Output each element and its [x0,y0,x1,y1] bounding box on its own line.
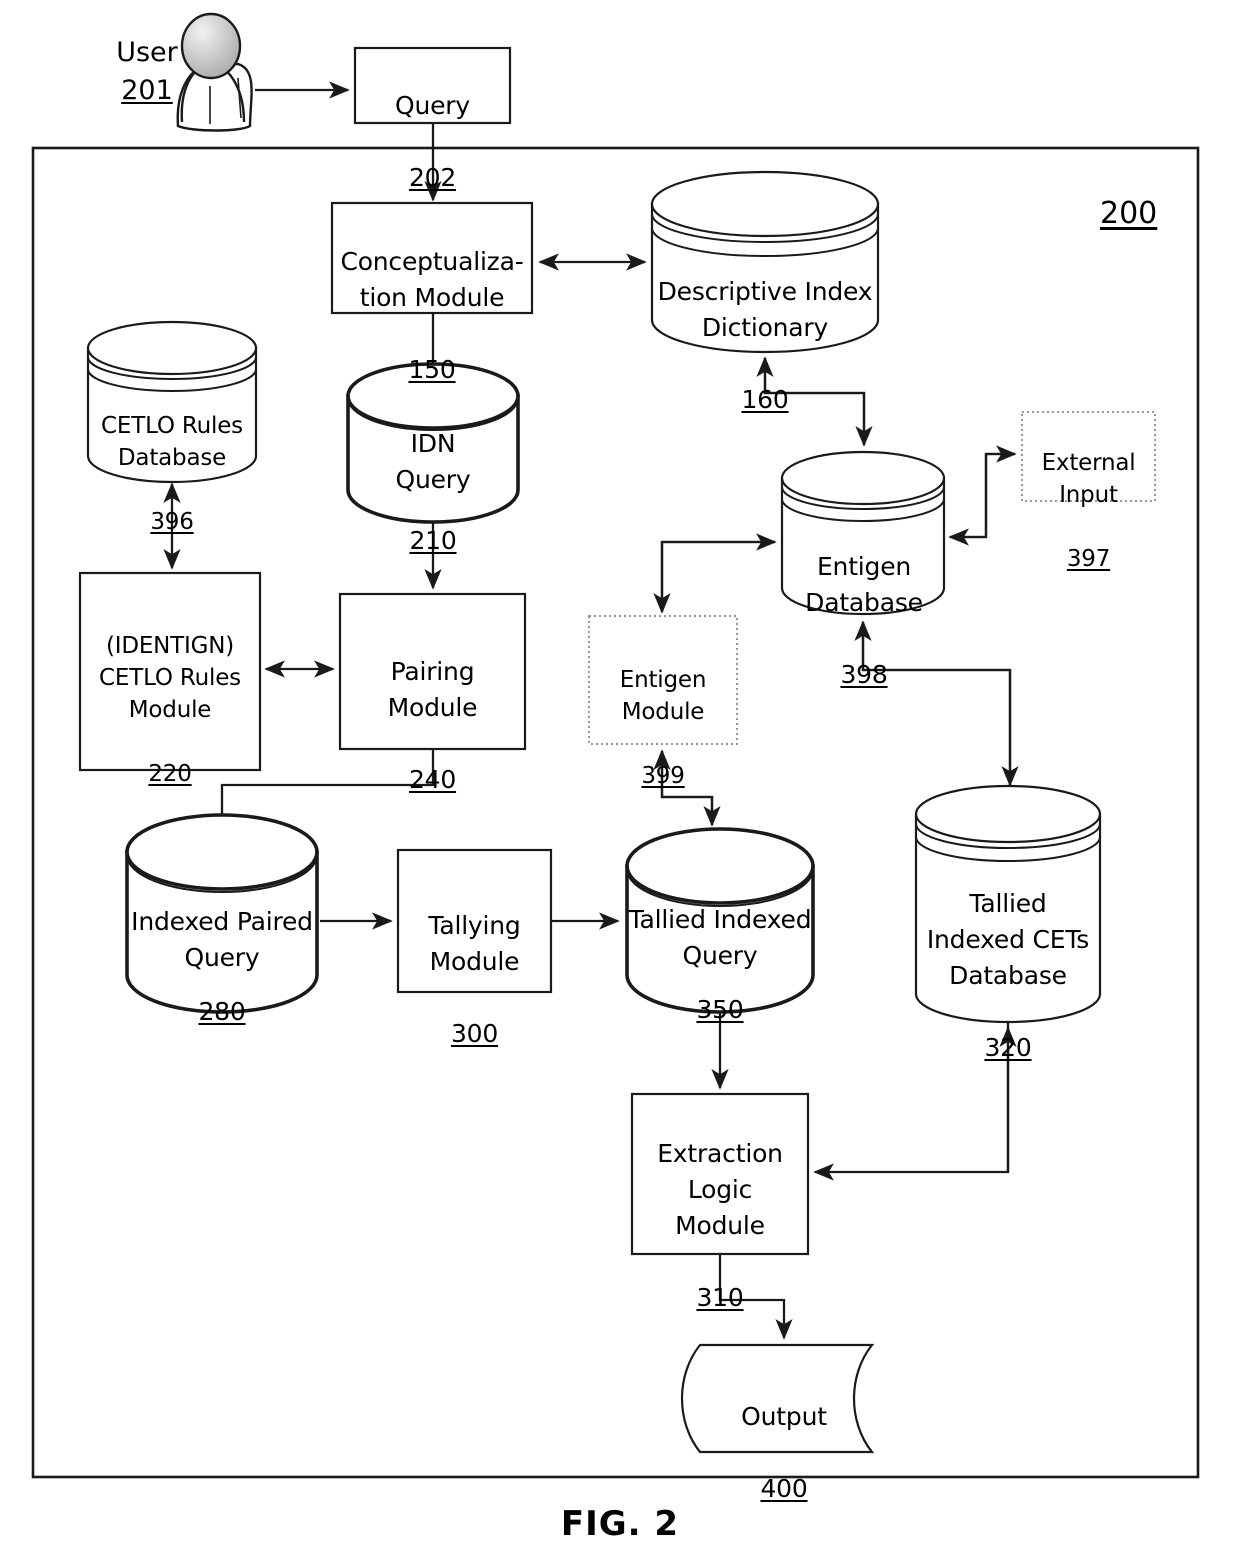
arrow-extraction-logic-to-output [718,1254,793,1340]
arrow-entigen-db-to-tallied-cets-db [861,622,1019,787]
figure-caption: FIG. 2 [560,1504,680,1544]
system-ref-200: 200 [1100,196,1158,231]
user-ref: 201 [121,75,173,106]
node-external-input-397[interactable] [1021,411,1156,502]
node-entigen-database-398[interactable] [780,450,946,616]
node-cetlo-rules-module-220[interactable] [78,571,262,772]
arrow-tallied-indexed-query-to-entigen-module [653,749,714,825]
node-tallying-module-300[interactable] [396,848,553,994]
node-tallied-indexed-query-350[interactable] [625,827,815,1014]
arrow-external-input-to-entigen-db [948,452,1015,546]
arrow-tallied-cets-db-to-extraction-logic [813,1022,1010,1181]
node-output-400[interactable] [680,1343,875,1454]
node-cetlo-rules-database-396[interactable] [86,320,258,484]
arrow-dictionary-to-entigen-db [763,358,873,447]
arrow-entigen-db-to-entigen-module [653,540,775,614]
diagram-svg [31,12,1200,1479]
arrow-entigen-module-to-entigen-db [660,533,777,612]
node-entigen-module-399[interactable] [588,615,738,745]
node-query-202[interactable] [353,46,512,125]
figure-canvas: User 201 200 Query 202 Conceptualiza- ti… [0,0,1240,1560]
node-pairing-module-240[interactable] [338,592,527,751]
node-tallied-indexed-cets-database-320[interactable] [914,784,1102,1024]
arrow-entigen-db-to-dictionary [756,356,866,445]
arrow-tallied-cets-db-to-entigen-db [854,620,1012,785]
node-extraction-logic-module-310[interactable] [630,1092,810,1256]
user-label: User 201 [92,34,202,110]
node-idn-query-210[interactable] [346,362,520,524]
node-indexed-paired-query-280[interactable] [125,813,319,1014]
node-descriptive-index-dictionary-160[interactable] [650,170,880,354]
arrow-entigen-db-to-external-input [950,445,1017,539]
user-name: User [116,37,178,68]
node-conceptualization-module-150[interactable] [330,201,534,315]
arrow-entigen-module-to-tallied-indexed-query [660,751,721,827]
